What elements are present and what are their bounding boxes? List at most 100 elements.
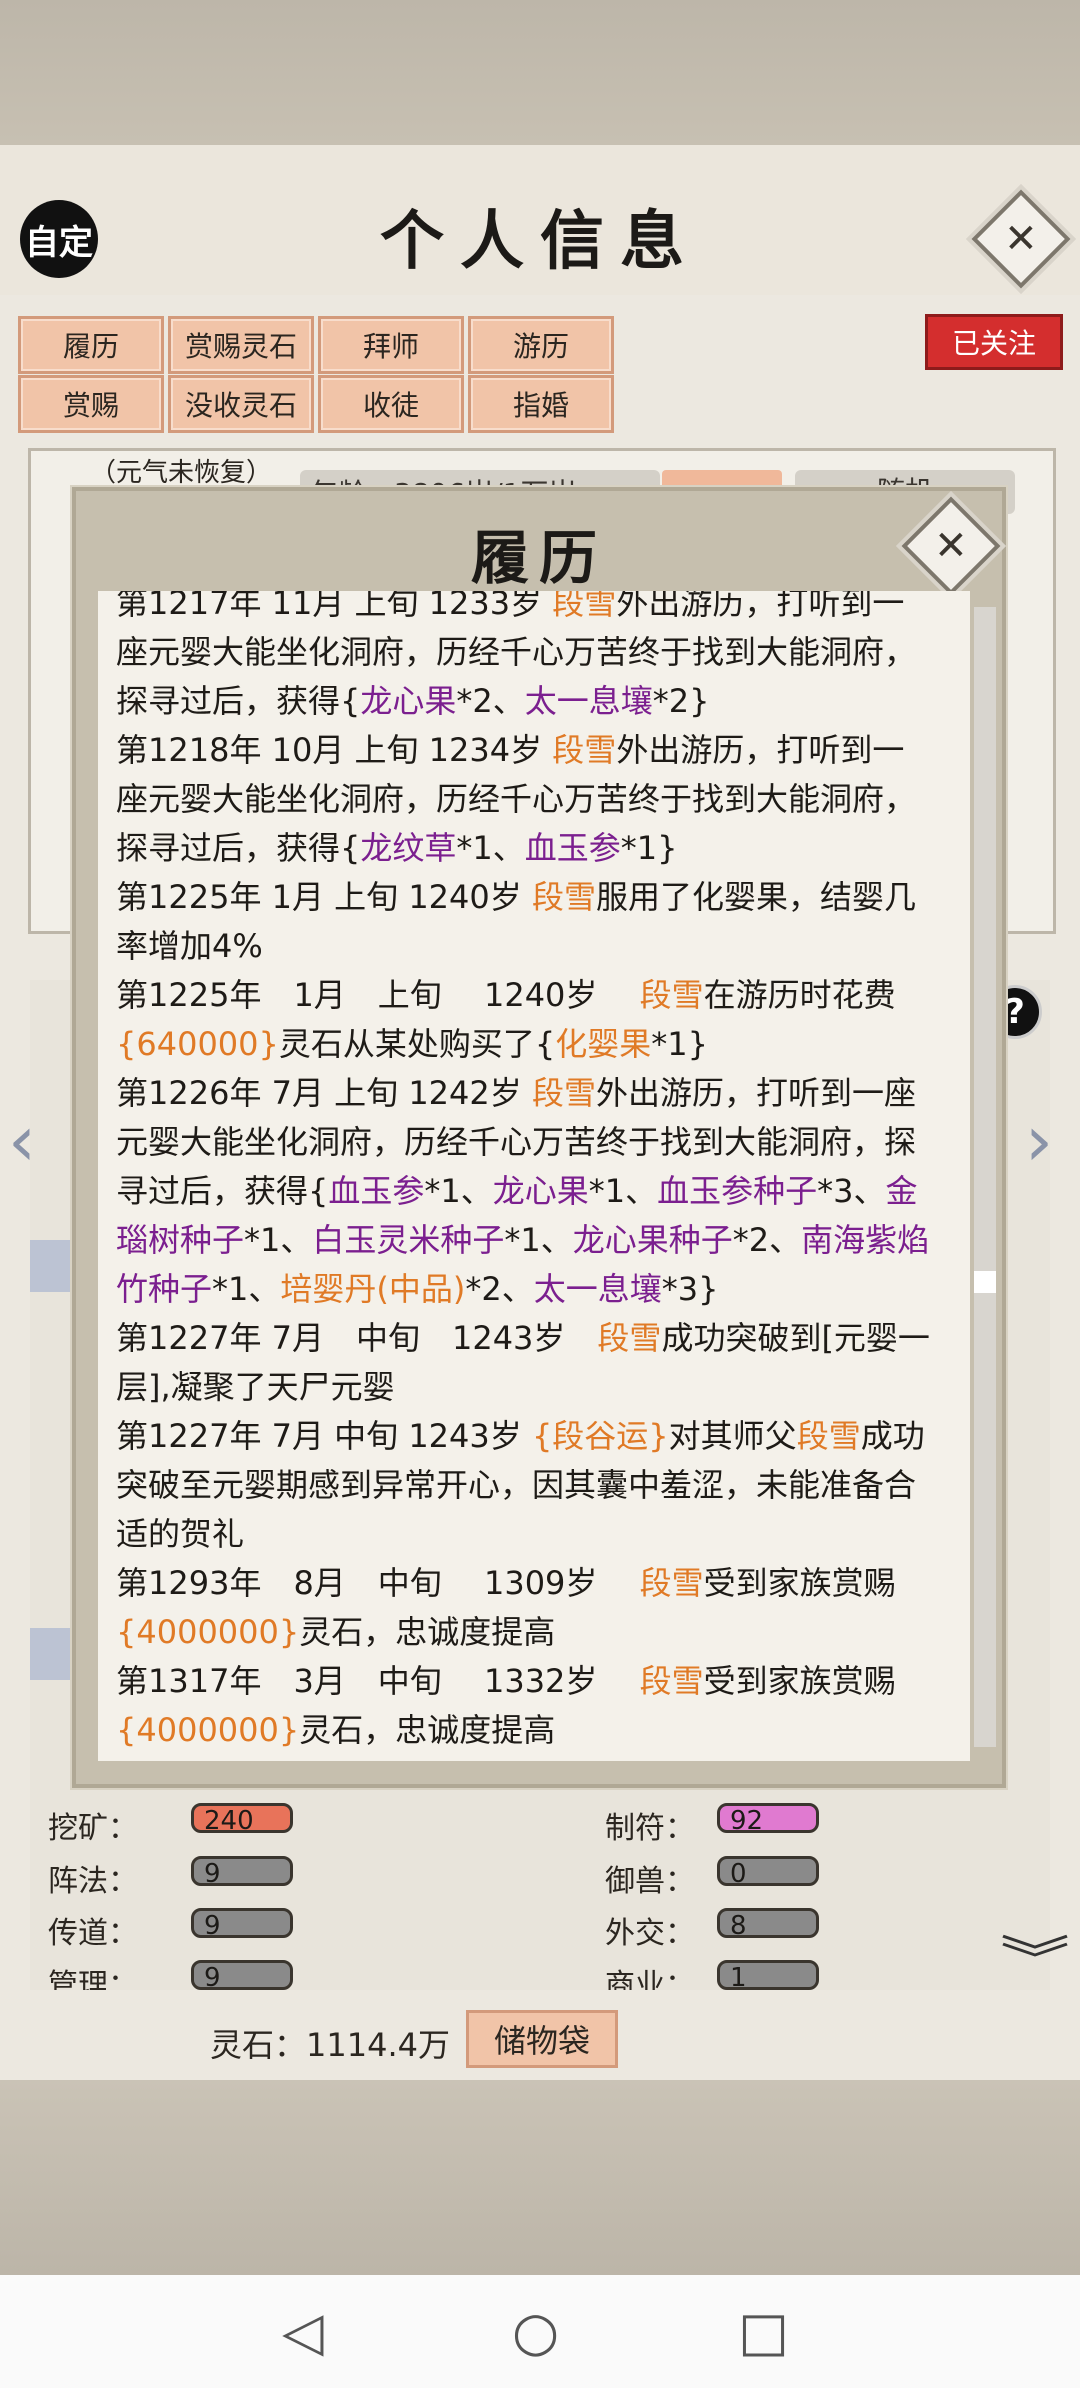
stat-label: 挖矿： (48, 1811, 138, 1846)
log-text: *1、 (456, 829, 525, 867)
item-name: 白玉灵米种子 (312, 1221, 505, 1259)
amount: {4000000} (116, 1613, 300, 1651)
log-entry: 第1225年 1月 上旬 1240岁 段雪在游历时花费 {640000}灵石从某处… (116, 971, 936, 1069)
stat-value: 9 (191, 1960, 293, 1990)
log-text: 灵石从某处购买了{ (278, 1025, 556, 1063)
stat-label: 阵法： (48, 1864, 138, 1899)
top-decoration (0, 0, 1080, 145)
resume-log[interactable]: 第1217年 11月 上旬 1233岁 段雪外出游历，打听到一座元婴大能坐化洞府… (98, 591, 970, 1761)
log-text: *1、 (588, 1172, 658, 1210)
scrollbar[interactable] (974, 607, 996, 1747)
character-name: 化婴果 (555, 1025, 652, 1063)
log-entry: 第1293年 8月 中旬 1309岁 段雪受到家族赏赐 {4000000}灵石，忠… (116, 1559, 936, 1657)
item-name: 血玉参种子 (657, 1172, 818, 1210)
stat-label: 传道： (48, 1916, 138, 1951)
character-name: 段雪 (531, 878, 596, 916)
log-text: *1、 (212, 1270, 281, 1308)
recent-apps-nav-icon[interactable]: □ (738, 2300, 789, 2363)
character-name: 段雪 (639, 976, 704, 1014)
modal-title: 履历 (470, 524, 607, 592)
log-text: 第1293年 8月 中旬 1309岁 (116, 1564, 640, 1602)
log-text: 受到家族赏赐 (703, 1662, 896, 1700)
item-name: 龙纹草 (360, 829, 457, 867)
log-text: 第1227年 7月 中旬 1243岁 (116, 1319, 598, 1357)
bottom-decoration (0, 2080, 1080, 2275)
item-name: 太一息壤 (533, 1270, 662, 1308)
log-entry: 第1217年 11月 上旬 1233岁 段雪外出游历，打听到一座元婴大能坐化洞府… (116, 591, 936, 726)
stat-value: 0 (717, 1856, 819, 1889)
character-name: 段雪 (639, 1662, 704, 1700)
character-name: 段雪 (552, 731, 617, 769)
stat-value: 1 (717, 1960, 819, 1990)
log-text: 第1225年 1月 上旬 1240岁 (116, 878, 532, 916)
stat-value: 92 (717, 1803, 819, 1836)
log-entry: 第1317年 3月 中旬 1332岁 段雪受到家族赏赐 {4000000}灵石，忠… (116, 1657, 936, 1755)
log-text: 对其师父 (668, 1417, 797, 1455)
home-nav-icon[interactable]: ○ (512, 2300, 559, 2363)
log-text: *1、 (244, 1221, 313, 1259)
log-text: 灵石，忠诚度提高 (299, 1711, 556, 1749)
log-entry: 第1227年 7月 中旬 1243岁 {段谷运}对其师父段雪成功突破至元婴期感到… (116, 1412, 936, 1559)
stat-value: 9 (191, 1856, 293, 1889)
tab-confiscate-stones[interactable]: 没收灵石 (168, 375, 314, 433)
log-text: *2、 (732, 1221, 802, 1259)
item-name: 血玉参 (524, 829, 621, 867)
log-entry: 第1227年 7月 中旬 1243岁 段雪成功突破到[元婴一层],凝聚了天尸元婴 (116, 1314, 936, 1412)
log-text: 第1225年 1月 上旬 1240岁 (116, 976, 640, 1014)
expand-down-icon[interactable]: ︾ (1000, 1920, 1070, 1992)
tab-arrange-marriage[interactable]: 指婚 (468, 375, 614, 433)
followed-badge[interactable]: 已关注 (925, 314, 1063, 370)
stat-label: 管理： (48, 1968, 138, 1990)
log-entries: 第1217年 11月 上旬 1233岁 段雪外出游历，打听到一座元婴大能坐化洞府… (116, 591, 936, 1755)
vitality-status: （元气未恢复） (90, 458, 273, 488)
stat-label: 制符： (605, 1811, 695, 1846)
tab-reward[interactable]: 赏赐 (18, 375, 164, 433)
tab-travel[interactable]: 游历 (468, 316, 614, 374)
spirit-stones-total: 灵石：1114.4万 (210, 2026, 450, 2064)
side-tab (30, 1628, 70, 1680)
tab-resume[interactable]: 履历 (18, 316, 164, 374)
previous-arrow-icon[interactable]: ‹ (8, 1100, 36, 1182)
page-title: 个人信息 (380, 204, 700, 279)
item-name: 龙心果 (492, 1172, 589, 1210)
log-text: *2、 (456, 682, 525, 720)
item-name: 太一息壤 (524, 682, 653, 720)
log-text: 灵石，忠诚度提高 (299, 1613, 556, 1651)
character-name: {段谷运} (531, 1417, 669, 1455)
stat-label: 御兽： (605, 1864, 695, 1899)
log-text: *2、 (465, 1270, 534, 1308)
auto-button[interactable]: 自定 (20, 200, 98, 278)
scrollbar-thumb[interactable] (974, 1271, 996, 1293)
side-tab (30, 1240, 70, 1292)
resume-modal: 履历 ✕ 第1217年 11月 上旬 1233岁 段雪外出游历，打听到一座元婴大… (72, 487, 1006, 1788)
character-name: 段雪 (531, 1074, 596, 1112)
character-name: 段雪 (796, 1417, 861, 1455)
tab-reward-stones[interactable]: 赏赐灵石 (168, 316, 314, 374)
item-name: 龙心果 (360, 682, 457, 720)
log-text: 第1218年 10月 上旬 1234岁 (116, 731, 553, 769)
log-text: *1、 (424, 1172, 493, 1210)
storage-bag-button[interactable]: 储物袋 (466, 2010, 618, 2068)
log-text: 第1226年 7月 上旬 1242岁 (116, 1074, 532, 1112)
log-text: *2} (652, 682, 710, 720)
tab-take-disciple[interactable]: 收徒 (318, 375, 464, 433)
log-text: *3} (661, 1270, 719, 1308)
back-nav-icon[interactable]: ◁ (282, 2300, 324, 2363)
log-text: *3、 (817, 1172, 886, 1210)
character-name: 段雪 (552, 591, 617, 622)
log-entry: 第1225年 1月 上旬 1240岁 段雪服用了化婴果，结婴几率增加4% (116, 873, 936, 971)
character-name: 段雪 (639, 1564, 704, 1602)
log-text: *1} (620, 829, 678, 867)
stat-label: 外交： (605, 1916, 695, 1951)
stat-value: 9 (191, 1908, 293, 1941)
stat-value: 240 (191, 1803, 293, 1836)
log-text: *1、 (504, 1221, 573, 1259)
log-text: 第1227年 7月 中旬 1243岁 (116, 1417, 532, 1455)
character-name: 段雪 (597, 1319, 662, 1357)
tab-apprentice[interactable]: 拜师 (318, 316, 464, 374)
stat-value: 8 (717, 1908, 819, 1941)
amount: {4000000} (116, 1711, 300, 1749)
amount: {640000} (116, 1025, 279, 1063)
stat-label: 商业： (605, 1968, 695, 1990)
next-arrow-icon[interactable]: › (1025, 1100, 1053, 1182)
